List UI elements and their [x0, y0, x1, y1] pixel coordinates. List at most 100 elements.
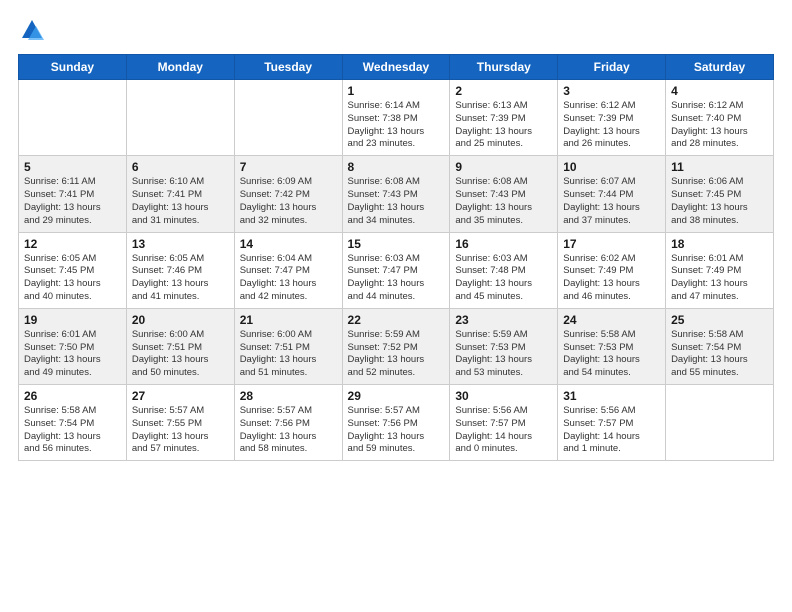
day-number: 31: [563, 389, 660, 403]
calendar-cell: 4Sunrise: 6:12 AM Sunset: 7:40 PM Daylig…: [666, 80, 774, 156]
calendar-cell: 25Sunrise: 5:58 AM Sunset: 7:54 PM Dayli…: [666, 308, 774, 384]
day-number: 2: [455, 84, 552, 98]
calendar-cell: 6 Sunrise: 6:10 AM Sunset: 7:41 PM Daylig…: [126, 156, 234, 232]
day-info: Sunrise: 5:59 AM Sunset: 7:53 PM Dayligh…: [455, 329, 552, 380]
day-number: 8: [348, 160, 445, 174]
day-info: Sunrise: 6:01 AM Sunset: 7:49 PM Dayligh…: [671, 253, 768, 304]
page: SundayMondayTuesdayWednesdayThursdayFrid…: [0, 0, 792, 612]
day-number: 6: [132, 160, 229, 174]
day-info: Sunrise: 6:12 AM Sunset: 7:39 PM Dayligh…: [563, 100, 660, 151]
calendar-week-5: 26 Sunrise: 5:58 AM Sunset: 7:54 PM Dayli…: [19, 385, 774, 461]
day-number: 27: [132, 389, 229, 403]
logo: [18, 16, 50, 44]
day-number: 22: [348, 313, 445, 327]
day-number: 10: [563, 160, 660, 174]
logo-icon: [18, 16, 46, 44]
day-info: Sunrise: 6:02 AM Sunset: 7:49 PM Dayligh…: [563, 253, 660, 304]
day-number: 7: [240, 160, 337, 174]
calendar-cell: 11 Sunrise: 6:06 AM Sunset: 7:45 PM Dayli…: [666, 156, 774, 232]
calendar-cell: 14 Sunrise: 6:04 AM Sunset: 7:47 PM Dayli…: [234, 232, 342, 308]
header: [18, 16, 774, 44]
day-info: Sunrise: 5:58 AM Sunset: 7:54 PM Dayligh…: [24, 405, 121, 456]
calendar-cell: 21Sunrise: 6:00 AM Sunset: 7:51 PM Dayli…: [234, 308, 342, 384]
day-info: Sunrise: 5:56 AM Sunset: 7:57 PM Dayligh…: [455, 405, 552, 456]
day-info: Sunrise: 6:09 AM Sunset: 7:42 PM Dayligh…: [240, 176, 337, 227]
day-info: Sunrise: 6:05 AM Sunset: 7:45 PM Dayligh…: [24, 253, 121, 304]
day-number: 18: [671, 237, 768, 251]
calendar-cell: 26 Sunrise: 5:58 AM Sunset: 7:54 PM Dayli…: [19, 385, 127, 461]
calendar-cell: [666, 385, 774, 461]
calendar-cell: 23Sunrise: 5:59 AM Sunset: 7:53 PM Dayli…: [450, 308, 558, 384]
calendar-cell: [19, 80, 127, 156]
weekday-header-tuesday: Tuesday: [234, 55, 342, 80]
calendar-cell: 8 Sunrise: 6:08 AM Sunset: 7:43 PM Daylig…: [342, 156, 450, 232]
day-info: Sunrise: 5:57 AM Sunset: 7:55 PM Dayligh…: [132, 405, 229, 456]
calendar-cell: 28Sunrise: 5:57 AM Sunset: 7:56 PM Dayli…: [234, 385, 342, 461]
day-number: 20: [132, 313, 229, 327]
calendar-cell: [126, 80, 234, 156]
calendar-cell: 12 Sunrise: 6:05 AM Sunset: 7:45 PM Dayli…: [19, 232, 127, 308]
calendar-cell: 18 Sunrise: 6:01 AM Sunset: 7:49 PM Dayli…: [666, 232, 774, 308]
calendar-cell: 24 Sunrise: 5:58 AM Sunset: 7:53 PM Dayli…: [558, 308, 666, 384]
day-info: Sunrise: 6:05 AM Sunset: 7:46 PM Dayligh…: [132, 253, 229, 304]
day-info: Sunrise: 6:01 AM Sunset: 7:50 PM Dayligh…: [24, 329, 121, 380]
day-number: 3: [563, 84, 660, 98]
day-number: 9: [455, 160, 552, 174]
day-info: Sunrise: 6:10 AM Sunset: 7:41 PM Dayligh…: [132, 176, 229, 227]
day-number: 24: [563, 313, 660, 327]
calendar-cell: 17Sunrise: 6:02 AM Sunset: 7:49 PM Dayli…: [558, 232, 666, 308]
calendar-cell: 13 Sunrise: 6:05 AM Sunset: 7:46 PM Dayli…: [126, 232, 234, 308]
day-info: Sunrise: 5:56 AM Sunset: 7:57 PM Dayligh…: [563, 405, 660, 456]
day-number: 13: [132, 237, 229, 251]
day-info: Sunrise: 6:06 AM Sunset: 7:45 PM Dayligh…: [671, 176, 768, 227]
day-number: 19: [24, 313, 121, 327]
calendar-cell: 16 Sunrise: 6:03 AM Sunset: 7:48 PM Dayli…: [450, 232, 558, 308]
day-info: Sunrise: 6:04 AM Sunset: 7:47 PM Dayligh…: [240, 253, 337, 304]
day-info: Sunrise: 6:11 AM Sunset: 7:41 PM Dayligh…: [24, 176, 121, 227]
calendar-cell: 29 Sunrise: 5:57 AM Sunset: 7:56 PM Dayli…: [342, 385, 450, 461]
weekday-header-friday: Friday: [558, 55, 666, 80]
calendar-cell: 22Sunrise: 5:59 AM Sunset: 7:52 PM Dayli…: [342, 308, 450, 384]
calendar-week-4: 19 Sunrise: 6:01 AM Sunset: 7:50 PM Dayli…: [19, 308, 774, 384]
calendar-cell: 19 Sunrise: 6:01 AM Sunset: 7:50 PM Dayli…: [19, 308, 127, 384]
calendar-cell: 5Sunrise: 6:11 AM Sunset: 7:41 PM Daylig…: [19, 156, 127, 232]
day-info: Sunrise: 5:57 AM Sunset: 7:56 PM Dayligh…: [240, 405, 337, 456]
weekday-header-sunday: Sunday: [19, 55, 127, 80]
day-number: 16: [455, 237, 552, 251]
calendar-table: SundayMondayTuesdayWednesdayThursdayFrid…: [18, 54, 774, 461]
day-info: Sunrise: 6:03 AM Sunset: 7:47 PM Dayligh…: [348, 253, 445, 304]
day-number: 29: [348, 389, 445, 403]
day-info: Sunrise: 6:07 AM Sunset: 7:44 PM Dayligh…: [563, 176, 660, 227]
calendar-cell: 31 Sunrise: 5:56 AM Sunset: 7:57 PM Dayli…: [558, 385, 666, 461]
day-info: Sunrise: 6:00 AM Sunset: 7:51 PM Dayligh…: [132, 329, 229, 380]
day-info: Sunrise: 5:57 AM Sunset: 7:56 PM Dayligh…: [348, 405, 445, 456]
day-number: 11: [671, 160, 768, 174]
calendar-cell: 10 Sunrise: 6:07 AM Sunset: 7:44 PM Dayli…: [558, 156, 666, 232]
day-info: Sunrise: 6:08 AM Sunset: 7:43 PM Dayligh…: [348, 176, 445, 227]
calendar-cell: 7 Sunrise: 6:09 AM Sunset: 7:42 PM Daylig…: [234, 156, 342, 232]
calendar-cell: 20 Sunrise: 6:00 AM Sunset: 7:51 PM Dayli…: [126, 308, 234, 384]
day-number: 15: [348, 237, 445, 251]
day-info: Sunrise: 6:12 AM Sunset: 7:40 PM Dayligh…: [671, 100, 768, 151]
weekday-header-wednesday: Wednesday: [342, 55, 450, 80]
day-number: 26: [24, 389, 121, 403]
weekday-header-row: SundayMondayTuesdayWednesdayThursdayFrid…: [19, 55, 774, 80]
day-number: 14: [240, 237, 337, 251]
calendar-cell: 9 Sunrise: 6:08 AM Sunset: 7:43 PM Daylig…: [450, 156, 558, 232]
weekday-header-thursday: Thursday: [450, 55, 558, 80]
calendar-week-2: 5Sunrise: 6:11 AM Sunset: 7:41 PM Daylig…: [19, 156, 774, 232]
day-number: 21: [240, 313, 337, 327]
calendar-cell: 15 Sunrise: 6:03 AM Sunset: 7:47 PM Dayli…: [342, 232, 450, 308]
weekday-header-monday: Monday: [126, 55, 234, 80]
day-number: 12: [24, 237, 121, 251]
day-info: Sunrise: 6:08 AM Sunset: 7:43 PM Dayligh…: [455, 176, 552, 227]
calendar-week-3: 12 Sunrise: 6:05 AM Sunset: 7:45 PM Dayli…: [19, 232, 774, 308]
day-info: Sunrise: 6:03 AM Sunset: 7:48 PM Dayligh…: [455, 253, 552, 304]
day-number: 25: [671, 313, 768, 327]
calendar-cell: 2Sunrise: 6:13 AM Sunset: 7:39 PM Daylig…: [450, 80, 558, 156]
day-number: 30: [455, 389, 552, 403]
day-info: Sunrise: 5:58 AM Sunset: 7:53 PM Dayligh…: [563, 329, 660, 380]
calendar-cell: 1Sunrise: 6:14 AM Sunset: 7:38 PM Daylig…: [342, 80, 450, 156]
day-number: 1: [348, 84, 445, 98]
calendar-cell: 27 Sunrise: 5:57 AM Sunset: 7:55 PM Dayli…: [126, 385, 234, 461]
